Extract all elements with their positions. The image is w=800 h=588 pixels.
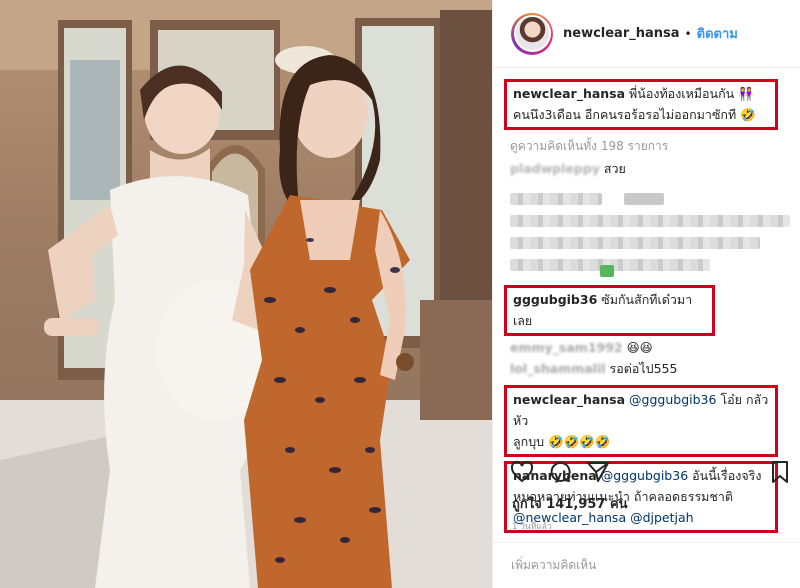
comment-item: pladwpleppy สวย [510, 158, 796, 179]
comment-username[interactable]: emmy_sam1992 [510, 340, 623, 355]
post-header: newclear_hansa • ติดตาม [493, 0, 800, 68]
add-comment-placeholder: เพิ่มความคิดเห็น [511, 558, 597, 572]
caption: newclear_hansa พี่น้องท้องเหมือนกัน 👭 คน… [504, 79, 778, 130]
photo-illustration [0, 0, 492, 588]
avatar[interactable] [511, 12, 553, 55]
comment-item-highlighted: gggubgib36 ซัมกันสักทีเด๋วมาเลย [504, 285, 715, 336]
post-photo[interactable] [0, 0, 492, 588]
comment-text: สวย [603, 161, 626, 176]
comment-item-highlighted: newclear_hansa @gggubgib36 โอ๋ย กลัวหัว … [504, 385, 778, 457]
caption-line1: พี่น้องท้องเหมือนกัน 👭 [629, 86, 754, 101]
action-bar [510, 460, 610, 488]
comment-item: lol_shammalil รอต่อไป555 [510, 358, 796, 379]
comment-username[interactable]: newclear_hansa [513, 392, 625, 407]
caption-line2: คนนึง3เดือน อีกคนรอร้อรอไม่ออกมาซักที 🤣 [513, 107, 756, 122]
comment-icon[interactable] [548, 460, 572, 488]
header-separator: • [684, 26, 692, 41]
follow-button[interactable]: ติดตาม [697, 23, 738, 44]
blurred-comments [510, 185, 796, 281]
caption-username[interactable]: newclear_hansa [513, 86, 625, 101]
comment-username[interactable]: lol_shammalil [510, 361, 606, 376]
comment-text: ลูกบุบ 🤣🤣🤣🤣 [513, 434, 611, 449]
comment-mention[interactable]: @djpetjah [630, 510, 694, 525]
view-all-comments[interactable]: ดูความคิดเห็นทั้ง 198 รายการ [510, 137, 796, 156]
comment-username[interactable]: gggubgib36 [513, 292, 597, 307]
bookmark-icon[interactable] [770, 460, 790, 488]
add-comment-input[interactable]: เพิ่มความคิดเห็น [493, 542, 800, 588]
comment-item: emmy_sam1992 😆😆 [510, 337, 796, 358]
comment-text: 😆😆 [626, 340, 653, 355]
comment-text: รอต่อไป555 [609, 361, 678, 376]
share-icon[interactable] [586, 460, 610, 488]
header-username[interactable]: newclear_hansa [563, 26, 680, 41]
likes-count[interactable]: ถูกใจ 141,957 คน [512, 493, 628, 514]
comment-mention[interactable]: @gggubgib36 [601, 468, 688, 483]
comment-mention[interactable]: @gggubgib36 [629, 392, 716, 407]
comment-text: อันนี้เรื่องจริง [692, 468, 762, 483]
comment-username[interactable]: pladwpleppy [510, 161, 600, 176]
post-timestamp: 1 วันที่แล้ว [512, 522, 552, 532]
heart-icon[interactable] [510, 460, 534, 488]
